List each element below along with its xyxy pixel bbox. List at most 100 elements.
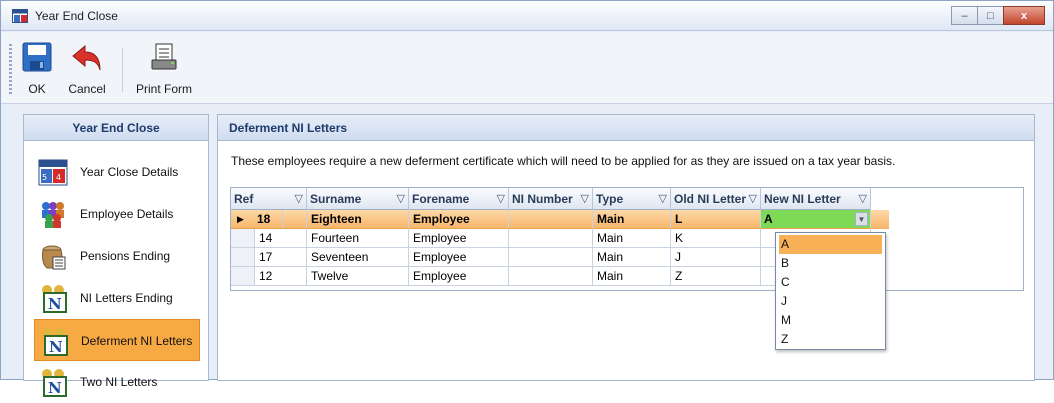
column-header-old-ni-letter[interactable]: Old NI Letter ▽	[671, 188, 761, 210]
cancel-button[interactable]: Cancel	[65, 38, 109, 98]
filter-icon[interactable]: ▽	[749, 188, 757, 210]
svg-text:5: 5	[42, 173, 47, 182]
svg-text:4: 4	[56, 173, 61, 182]
table-row[interactable]: ▶ 18 Eighteen Employee Main L A ▼	[231, 210, 889, 229]
filter-icon[interactable]: ▽	[581, 188, 589, 210]
navigation-panel: Year End Close 5 4 Year Close Details Em…	[23, 114, 209, 397]
ni-number-cell	[509, 229, 593, 248]
ok-label: OK	[28, 82, 46, 96]
ref-cell: 14	[255, 229, 307, 248]
row-indicator-cell	[231, 248, 255, 267]
nav-item-two-ni-letters[interactable]: N Two NI Letters	[34, 361, 200, 403]
column-header-ref[interactable]: Ref ▽	[231, 188, 307, 210]
surname-cell: Seventeen	[307, 248, 409, 267]
toolbar: OK Cancel Print Form	[1, 32, 1053, 104]
old-ni-letter-cell: Z	[671, 267, 761, 286]
ni-crest-icon: N	[42, 369, 67, 397]
grid-header-row: Ref ▽ Surname ▽ Forename ▽ NI Number ▽ T…	[231, 188, 871, 210]
ni-number-cell	[509, 248, 593, 267]
dropdown-option[interactable]: B	[776, 254, 885, 273]
nav-item-employee-details[interactable]: Employee Details	[34, 193, 200, 235]
surname-cell: Fourteen	[307, 229, 409, 248]
current-row-indicator: ▶	[237, 214, 244, 224]
filter-icon[interactable]: ▽	[659, 188, 667, 210]
close-button[interactable]: x	[1003, 6, 1045, 25]
toolbar-separator	[122, 48, 123, 92]
nav-label: NI Letters Ending	[80, 291, 173, 305]
nav-item-ni-letters-ending[interactable]: N NI Letters Ending	[34, 277, 200, 319]
content-panel: Deferment NI Letters These employees req…	[217, 114, 1035, 381]
print-form-button[interactable]: Print Form	[129, 38, 199, 98]
ref-cell: 12	[255, 267, 307, 286]
nav-item-year-close-details[interactable]: 5 4 Year Close Details	[34, 151, 200, 193]
undo-arrow-icon	[72, 44, 101, 71]
pension-jar-icon	[42, 245, 66, 270]
filter-icon[interactable]: ▽	[497, 188, 505, 210]
svg-text:N: N	[48, 379, 62, 397]
nav-label: Employee Details	[80, 207, 174, 221]
row-indicator-cell	[231, 267, 255, 286]
forename-cell: Employee	[409, 210, 509, 229]
dropdown-option[interactable]: Z	[776, 330, 885, 349]
column-header-label: NI Number	[512, 192, 573, 206]
nav-label: Two NI Letters	[80, 375, 158, 389]
new-ni-letter-value: A	[764, 212, 773, 226]
dropdown-option[interactable]: J	[776, 292, 885, 311]
dropdown-option[interactable]: M	[776, 311, 885, 330]
minimize-button[interactable]: –	[951, 6, 978, 25]
filter-icon[interactable]: ▽	[397, 188, 405, 210]
type-cell: Main	[593, 210, 671, 229]
old-ni-letter-cell: L	[671, 210, 761, 229]
forename-cell: Employee	[409, 248, 509, 267]
maximize-button[interactable]: □	[977, 6, 1004, 25]
column-header-surname[interactable]: Surname ▽	[307, 188, 409, 210]
ni-number-cell	[509, 210, 593, 229]
description-text: These employees require a new deferment …	[231, 154, 896, 168]
column-header-ni-number[interactable]: NI Number ▽	[509, 188, 593, 210]
type-cell: Main	[593, 229, 671, 248]
nav-label: Year Close Details	[80, 165, 179, 179]
column-header-label: Forename	[412, 192, 470, 206]
old-ni-letter-cell: J	[671, 248, 761, 267]
row-indicator-cell	[231, 229, 255, 248]
title-bar: Year End Close – □ x	[1, 1, 1053, 31]
svg-text:N: N	[48, 295, 62, 313]
nav-label: Deferment NI Letters	[81, 334, 193, 348]
ref-cell: ▶ 18	[231, 210, 283, 229]
window-controls: – □ x	[951, 6, 1045, 25]
save-disk-icon	[22, 42, 52, 72]
dropdown-option[interactable]: C	[776, 273, 885, 292]
type-cell: Main	[593, 267, 671, 286]
print-form-label: Print Form	[135, 82, 192, 96]
nav-label: Pensions Ending	[80, 249, 171, 263]
column-header-forename[interactable]: Forename ▽	[409, 188, 509, 210]
column-header-label: Old NI Letter	[674, 192, 747, 206]
column-header-type[interactable]: Type ▽	[593, 188, 671, 210]
ref-value: 18	[257, 212, 271, 226]
ni-number-cell	[509, 267, 593, 286]
column-header-label: Ref	[234, 192, 254, 206]
filter-icon[interactable]: ▽	[859, 188, 867, 210]
surname-cell: Eighteen	[307, 210, 409, 229]
dropdown-option[interactable]: A	[779, 235, 882, 254]
year-end-close-window: Year End Close – □ x OK Cancel Print For…	[0, 0, 1054, 397]
filter-icon[interactable]: ▽	[295, 188, 303, 210]
calendar-icon: 5 4	[38, 159, 68, 186]
calendar-app-icon	[12, 9, 28, 23]
nav-item-deferment-ni-letters[interactable]: N Deferment NI Letters	[34, 319, 200, 361]
ni-crest-icon: N	[43, 328, 68, 356]
column-header-label: New NI Letter	[764, 192, 841, 206]
surname-cell: Twelve	[307, 267, 409, 286]
column-header-new-ni-letter[interactable]: New NI Letter ▽	[761, 188, 871, 210]
content-header: Deferment NI Letters	[218, 115, 1034, 141]
people-icon	[42, 202, 64, 228]
ref-cell: 17	[255, 248, 307, 267]
dropdown-arrow-icon[interactable]: ▼	[855, 212, 868, 226]
nav-item-pensions-ending[interactable]: Pensions Ending	[34, 235, 200, 277]
ni-crest-icon: N	[42, 285, 67, 313]
toolbar-grip[interactable]	[9, 44, 12, 94]
svg-text:N: N	[49, 338, 63, 356]
window-title: Year End Close	[35, 9, 118, 23]
new-ni-letter-select[interactable]: A ▼	[761, 210, 871, 229]
ok-button[interactable]: OK	[19, 38, 55, 98]
